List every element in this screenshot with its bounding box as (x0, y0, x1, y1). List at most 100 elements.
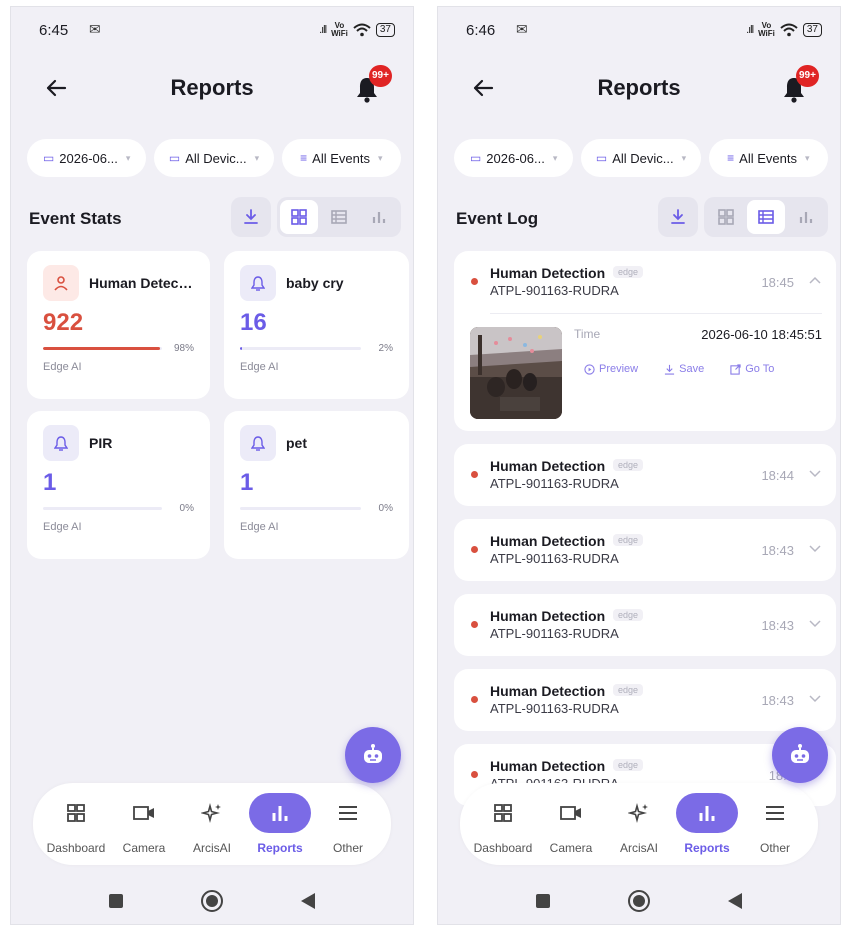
nav-reports[interactable]: Reports (247, 793, 313, 855)
event-filter[interactable]: ≡ All Events ▾ (281, 139, 401, 177)
assistant-bot-button[interactable] (345, 727, 401, 783)
save-button[interactable]: Save (664, 363, 704, 375)
date-filter[interactable]: ▭ 2026-06... ▾ (454, 139, 574, 177)
person-icon (43, 265, 79, 301)
notification-badge: 99+ (369, 65, 392, 87)
stat-percent: 0% (179, 502, 194, 514)
camera-icon (540, 793, 602, 833)
nav-camera[interactable]: Camera (111, 793, 177, 855)
nav-dashboard[interactable]: Dashboard (43, 793, 109, 855)
stat-card-baby-cry[interactable]: baby cry 16 2% Edge AI (224, 251, 409, 399)
chevron-down-icon: ▾ (804, 152, 810, 163)
event-actions: Preview Save Go To (584, 363, 774, 375)
stat-card-human-detection[interactable]: Human Detecti... 922 98% Edge AI (27, 251, 210, 399)
status-time: 6:46 (466, 22, 496, 39)
download-button[interactable] (658, 197, 698, 237)
divider (490, 313, 822, 314)
stat-progress-bar (240, 506, 361, 510)
home-button[interactable] (627, 889, 651, 913)
list-view-button[interactable] (747, 200, 785, 234)
preview-button[interactable]: Preview (584, 363, 638, 375)
event-device: ATPL-901163-RUDRA (490, 283, 619, 298)
stat-progress-fill (43, 346, 160, 350)
event-filter-label: All Events (739, 150, 797, 166)
event-device: ATPL-901163-RUDRA (490, 701, 619, 716)
nav-label: Camera (122, 841, 166, 855)
chart-view-button[interactable] (360, 200, 398, 234)
event-log-item[interactable]: Human Detection edge ATPL-901163-RUDRA 1… (454, 251, 836, 431)
notifications-button[interactable]: 99+ (782, 65, 819, 105)
notification-badge: 99+ (796, 65, 819, 87)
grid-view-button[interactable] (707, 200, 745, 234)
goto-button[interactable]: Go To (730, 363, 774, 375)
app-header: Reports 99+ (11, 65, 413, 109)
device-filter[interactable]: ▭ All Devic... ▾ (581, 139, 701, 177)
vowifi-icon: Vo WiFi (331, 21, 348, 38)
event-log-item[interactable]: Human Detection edge ATPL-901163-RUDRA 1… (454, 444, 836, 506)
back-arrow-icon[interactable] (41, 73, 71, 103)
wifi-icon (780, 23, 798, 37)
download-button[interactable] (231, 197, 271, 237)
chevron-down-icon[interactable] (808, 466, 822, 480)
battery-icon: 37 (802, 23, 822, 37)
bottom-navigation: Dashboard Camera ArcisAI Reports Other (33, 783, 391, 865)
reports-stats-screen: 6:45 ✉ .ıll Vo WiFi 37 Reports 99+ ▭ 2026-… (10, 6, 414, 925)
filter-icon: ≡ (300, 151, 308, 165)
event-status-dot (471, 621, 478, 628)
nav-other[interactable]: Other (315, 793, 381, 855)
recent-apps-button[interactable] (531, 889, 555, 913)
home-button[interactable] (200, 889, 224, 913)
device-filter[interactable]: ▭ All Devic... ▾ (154, 139, 274, 177)
list-view-button[interactable] (320, 200, 358, 234)
stat-source: Edge AI (240, 521, 279, 533)
signal-icon: .ıll (319, 24, 327, 36)
nav-arcisai[interactable]: ArcisAI (179, 793, 245, 855)
nav-reports[interactable]: Reports (674, 793, 740, 855)
section-header: Event Stats (27, 197, 401, 239)
robot-icon (791, 744, 809, 763)
event-log-item[interactable]: Human Detection edge ATPL-901163-RUDRA 1… (454, 519, 836, 581)
chevron-down-icon[interactable] (808, 691, 822, 705)
stat-count: 1 (240, 469, 254, 496)
stat-count: 922 (43, 309, 84, 336)
event-log-item[interactable]: Human Detection edge ATPL-901163-RUDRA 1… (454, 669, 836, 731)
nav-other[interactable]: Other (742, 793, 808, 855)
system-back-button[interactable] (723, 889, 747, 913)
calendar-icon: ▭ (42, 151, 55, 165)
nav-camera[interactable]: Camera (538, 793, 604, 855)
chevron-down-icon[interactable] (808, 616, 822, 630)
chevron-up-icon[interactable] (808, 273, 822, 287)
event-name: Human Detection (490, 458, 606, 474)
back-arrow-icon[interactable] (468, 73, 498, 103)
event-tag: edge (613, 684, 644, 696)
stat-name: baby cry (286, 275, 344, 291)
event-device: ATPL-901163-RUDRA (490, 476, 619, 491)
nav-label: Other (759, 841, 790, 855)
assistant-bot-button[interactable] (772, 727, 828, 783)
event-filter[interactable]: ≡ All Events ▾ (708, 139, 828, 177)
notifications-button[interactable]: 99+ (355, 65, 392, 105)
page-title: Reports (597, 75, 681, 100)
chevron-down-icon: ▾ (552, 152, 558, 163)
date-filter[interactable]: ▭ 2026-06... ▾ (27, 139, 147, 177)
chevron-down-icon[interactable] (808, 541, 822, 555)
recent-apps-button[interactable] (104, 889, 128, 913)
chevron-down-icon: ▾ (681, 152, 687, 163)
system-back-button[interactable] (296, 889, 320, 913)
status-icons: .ıll Vo WiFi 37 (746, 22, 822, 38)
camera-icon (113, 793, 175, 833)
stat-card-pir[interactable]: PIR 1 0% Edge AI (27, 411, 210, 559)
chart-view-button[interactable] (787, 200, 825, 234)
signal-icon: .ıll (746, 24, 754, 36)
filter-bar: ▭ 2026-06... ▾ ▭ All Devic... ▾ ≡ All Events ▾ (454, 139, 828, 177)
nav-dashboard[interactable]: Dashboard (470, 793, 536, 855)
event-log-item[interactable]: Human Detection edge ATPL-901163-RUDRA 1… (454, 594, 836, 656)
bottom-navigation: Dashboard Camera ArcisAI Reports Other (460, 783, 818, 865)
device-filter-label: All Devic... (185, 150, 247, 166)
square-icon (536, 893, 550, 908)
event-snapshot-thumbnail[interactable] (470, 327, 562, 419)
nav-arcisai[interactable]: ArcisAI (606, 793, 672, 855)
page-title: Reports (170, 75, 254, 100)
stat-card-pet[interactable]: pet 1 0% Edge AI (224, 411, 409, 559)
grid-view-button[interactable] (280, 200, 318, 234)
